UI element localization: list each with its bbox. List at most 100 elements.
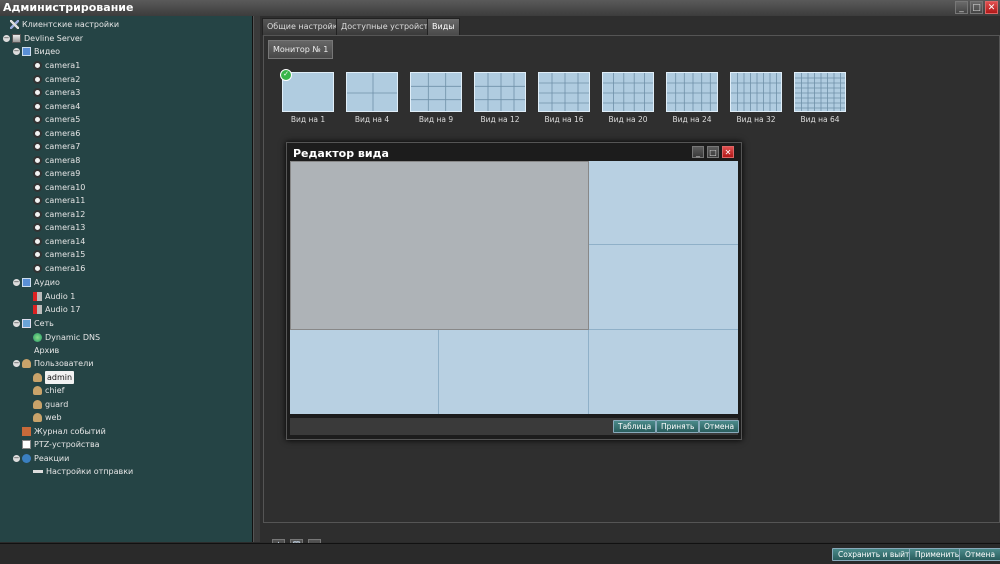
tree-item-camera[interactable]: camera11 xyxy=(33,194,85,207)
layout-canvas[interactable] xyxy=(290,161,738,414)
collapse-video-icon[interactable]: − xyxy=(13,48,20,55)
collapse-network-icon[interactable]: − xyxy=(13,320,20,327)
layout-preset[interactable]: Вид на 4 xyxy=(346,72,398,124)
tree-item-network[interactable]: Сеть xyxy=(22,317,54,330)
tree-item-users[interactable]: Пользователи xyxy=(22,357,93,370)
tree-item-send-settings[interactable]: Настройки отправки xyxy=(33,465,133,478)
tree-item-camera[interactable]: camera7 xyxy=(33,140,80,153)
preset-thumbnail[interactable] xyxy=(410,72,462,112)
preset-label: Вид на 12 xyxy=(480,115,520,124)
layout-cell[interactable] xyxy=(589,330,738,414)
close-button[interactable]: ✕ xyxy=(985,1,998,14)
tree-item-camera[interactable]: camera8 xyxy=(33,154,80,167)
collapse-audio-icon[interactable]: − xyxy=(13,279,20,286)
camera-label: camera15 xyxy=(45,250,86,259)
preset-thumbnail[interactable] xyxy=(730,72,782,112)
tree-item-dynamic-dns[interactable]: Dynamic DNS xyxy=(33,331,100,344)
layout-preset[interactable]: Вид на 64 xyxy=(794,72,846,124)
camera-icon xyxy=(33,223,42,232)
collapse-users-icon[interactable]: − xyxy=(13,360,20,367)
tree-item-ptz[interactable]: PTZ-устройства xyxy=(22,438,100,451)
tree-item-camera[interactable]: camera2 xyxy=(33,73,80,86)
tree-item-user-chief[interactable]: chief xyxy=(33,384,64,397)
layout-cell[interactable] xyxy=(589,245,738,330)
tree-item-user-admin[interactable]: admin xyxy=(33,371,75,384)
tree-item-user-guard[interactable]: guard xyxy=(33,398,68,411)
editor-minimize-button[interactable]: _ xyxy=(692,146,704,158)
preset-thumbnail[interactable] xyxy=(794,72,846,112)
tree-item-server[interactable]: Devline Server xyxy=(12,32,83,45)
camera-icon xyxy=(33,88,42,97)
layout-preset[interactable]: Вид на 24 xyxy=(666,72,718,124)
camera-label: camera2 xyxy=(45,74,81,84)
server-icon xyxy=(12,34,21,43)
tree-item-audio[interactable]: Аудио xyxy=(22,276,60,289)
preset-thumbnail[interactable] xyxy=(346,72,398,112)
tree-item-camera[interactable]: camera4 xyxy=(33,100,80,113)
tree-item-camera[interactable]: camera6 xyxy=(33,127,80,140)
tree-item-video[interactable]: Видео xyxy=(22,45,60,58)
layout-preset[interactable]: Вид на 12 xyxy=(474,72,526,124)
preset-thumbnail[interactable] xyxy=(602,72,654,112)
tree-item-client-settings[interactable]: Клиентские настройки xyxy=(10,18,119,31)
tree-item-camera[interactable]: camera9 xyxy=(33,167,80,180)
maximize-button[interactable]: □ xyxy=(970,1,983,14)
tree-item-camera[interactable]: camera10 xyxy=(33,181,85,194)
accept-button[interactable]: Принять xyxy=(656,420,700,433)
layout-preset[interactable]: Вид на 20 xyxy=(602,72,654,124)
layout-cell[interactable] xyxy=(589,161,738,245)
editor-close-button[interactable]: ✕ xyxy=(722,146,734,158)
tab-general-settings[interactable]: Общие настройки xyxy=(262,18,348,35)
bottom-bar: Сохранить и выйти Применить Отмена xyxy=(0,543,1000,564)
tree-item-event-log[interactable]: Журнал событий xyxy=(22,425,106,438)
preset-thumbnail[interactable] xyxy=(538,72,590,112)
minimize-button[interactable]: _ xyxy=(955,1,968,14)
layout-cell-large[interactable] xyxy=(290,161,589,330)
collapse-reactions-icon[interactable]: − xyxy=(13,455,20,462)
tree-item-camera[interactable]: camera3 xyxy=(33,86,80,99)
tree-item-user-web[interactable]: web xyxy=(33,411,62,424)
tree-item-camera[interactable]: camera1 xyxy=(33,59,80,72)
tab-views[interactable]: Виды xyxy=(427,18,460,35)
grid-icon xyxy=(731,73,781,111)
camera-icon xyxy=(33,182,42,192)
tab-monitor-1[interactable]: Монитор № 1 xyxy=(268,40,334,59)
preset-thumbnail[interactable] xyxy=(474,72,526,112)
tree-item-camera[interactable]: camera15 xyxy=(33,248,85,261)
collapse-server-icon[interactable]: − xyxy=(3,35,10,42)
editor-maximize-button[interactable]: □ xyxy=(707,146,719,158)
tree-item-audio-17[interactable]: Audio 17 xyxy=(33,303,80,316)
cancel-button[interactable]: Отмена xyxy=(959,548,1000,561)
grid-icon xyxy=(347,73,397,111)
monitor-tab-label: Монитор № 1 xyxy=(273,45,329,54)
tree-item-reactions[interactable]: Реакции xyxy=(22,452,69,465)
monitor-icon xyxy=(22,47,31,56)
apply-button[interactable]: Применить xyxy=(909,548,966,561)
layout-cell[interactable] xyxy=(439,330,589,414)
layout-preset[interactable]: Вид на 16 xyxy=(538,72,590,124)
layout-preset[interactable]: Вид на 9 xyxy=(410,72,462,124)
tree-item-archive[interactable]: Архив xyxy=(22,344,59,357)
speaker-icon xyxy=(33,292,42,301)
camera-label: camera12 xyxy=(45,209,86,219)
tree-item-camera[interactable]: camera5 xyxy=(33,113,80,126)
table-button[interactable]: Таблица xyxy=(613,420,657,433)
grid-icon xyxy=(603,73,653,111)
layout-preset[interactable]: Вид на 1 ✓ xyxy=(280,69,334,124)
window-titlebar: Администрирование _ □ ✕ xyxy=(0,0,1000,17)
layout-cell[interactable] xyxy=(290,330,439,414)
tree-item-camera[interactable]: camera12 xyxy=(33,208,85,221)
preset-thumbnail[interactable] xyxy=(666,72,718,112)
camera-label: camera10 xyxy=(45,182,86,192)
send-icon xyxy=(33,470,43,473)
tree-item-camera[interactable]: camera16 xyxy=(33,262,85,275)
layout-preset[interactable]: Вид на 32 xyxy=(730,72,782,124)
tab-label: Виды xyxy=(432,22,455,31)
tree-item-camera[interactable]: camera14 xyxy=(33,235,85,248)
tree-item-audio-1[interactable]: Audio 1 xyxy=(33,290,75,303)
editor-cancel-button[interactable]: Отмена xyxy=(699,420,740,433)
camera-icon xyxy=(33,101,42,111)
save-and-exit-button[interactable]: Сохранить и выйти xyxy=(832,548,921,561)
tree-item-camera[interactable]: camera13 xyxy=(33,221,85,234)
preset-label: Вид на 1 xyxy=(290,115,326,124)
